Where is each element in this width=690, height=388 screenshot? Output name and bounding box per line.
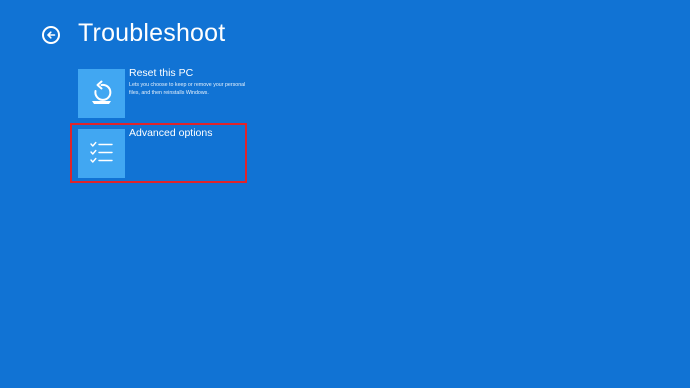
back-button[interactable] [42,26,60,44]
troubleshoot-screen: Troubleshoot Reset this PC Lets you choo… [0,0,690,388]
reset-option-description: Lets you choose to keep or remove your p… [129,82,246,96]
back-arrow-icon [47,31,56,39]
reset-tile [78,69,125,118]
page-title: Troubleshoot [78,19,226,47]
highlight-box [70,123,247,183]
reset-this-pc-option[interactable]: Reset this PC Lets you choose to keep or… [78,67,258,118]
reset-pc-icon [92,80,112,104]
reset-option-label: Reset this PC [129,67,194,79]
